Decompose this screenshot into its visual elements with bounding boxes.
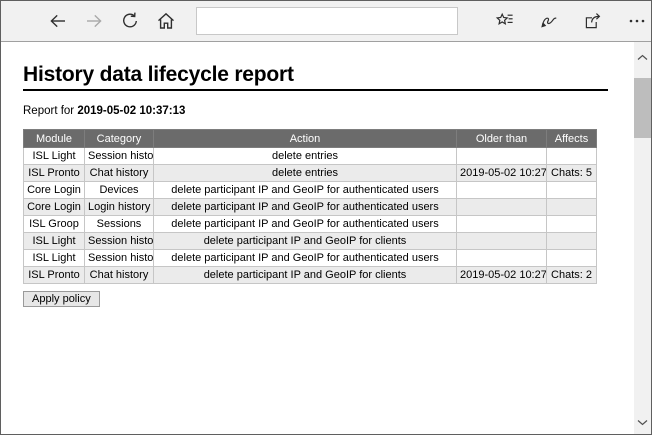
table-cell: Chats: 2 <box>547 267 597 284</box>
table-cell <box>457 233 547 250</box>
table-cell <box>457 216 547 233</box>
web-note-pen-icon <box>539 11 559 31</box>
share-icon <box>583 11 603 31</box>
column-header: Module <box>24 130 85 148</box>
table-cell: ISL Light <box>24 250 85 267</box>
table-cell: delete participant IP and GeoIP for auth… <box>154 216 457 233</box>
table-cell <box>457 148 547 165</box>
table-row: ISL LightSession historydelete participa… <box>24 250 597 267</box>
browser-toolbar <box>1 1 651 42</box>
table-cell: Sessions <box>85 216 154 233</box>
nav-button-group <box>48 11 176 31</box>
table-cell <box>547 233 597 250</box>
back-arrow-icon <box>48 11 68 31</box>
table-cell: 2019-05-02 10:27:13 <box>457 267 547 284</box>
table-cell: 2019-05-02 10:27:13 <box>457 165 547 182</box>
chevron-down-icon <box>637 414 648 429</box>
table-row: ISL GroopSessionsdelete participant IP a… <box>24 216 597 233</box>
forward-button[interactable] <box>84 11 104 31</box>
table-cell: delete participant IP and GeoIP for clie… <box>154 233 457 250</box>
more-options-icon <box>627 11 647 31</box>
table-cell: ISL Pronto <box>24 267 85 284</box>
table-row: ISL LightSession historydelete participa… <box>24 233 597 250</box>
column-header: Action <box>154 130 457 148</box>
address-bar[interactable] <box>196 7 458 35</box>
table-cell: Chat history <box>85 165 154 182</box>
table-cell: Core Login <box>24 199 85 216</box>
report-line: Report for 2019-05-02 10:37:13 <box>23 105 608 117</box>
table-cell: delete participant IP and GeoIP for auth… <box>154 250 457 267</box>
home-icon <box>156 11 176 31</box>
table-cell: delete participant IP and GeoIP for clie… <box>154 267 457 284</box>
table-cell <box>457 250 547 267</box>
scroll-down-button[interactable] <box>634 413 651 430</box>
refresh-icon <box>120 11 140 31</box>
table-header-row: ModuleCategoryActionOlder thanAffects <box>24 130 597 148</box>
scroll-up-button[interactable] <box>634 48 651 65</box>
favorites-hub-button[interactable] <box>495 11 515 31</box>
table-row: Core LoginDevicesdelete participant IP a… <box>24 182 597 199</box>
web-note-button[interactable] <box>539 11 559 31</box>
refresh-button[interactable] <box>120 11 140 31</box>
table-cell: ISL Pronto <box>24 165 85 182</box>
table-cell <box>547 182 597 199</box>
toolbar-right-group <box>495 11 647 31</box>
browser-window: History data lifecycle report Report for… <box>0 0 652 435</box>
table-cell <box>457 199 547 216</box>
table-cell: delete entries <box>154 165 457 182</box>
scrollbar-thumb[interactable] <box>634 78 651 138</box>
column-header: Affects <box>547 130 597 148</box>
table-row: ISL LightSession historydelete entries <box>24 148 597 165</box>
table-cell: Devices <box>85 182 154 199</box>
table-cell: Chat history <box>85 267 154 284</box>
page-body: History data lifecycle report Report for… <box>1 42 651 434</box>
report-timestamp: 2019-05-02 10:37:13 <box>77 105 185 117</box>
table-row: Core LoginLogin historydelete participan… <box>24 199 597 216</box>
vertical-scrollbar[interactable] <box>634 42 651 434</box>
share-button[interactable] <box>583 11 603 31</box>
forward-arrow-icon <box>84 11 104 31</box>
chevron-up-icon <box>637 49 648 64</box>
table-cell: ISL Groop <box>24 216 85 233</box>
report-label: Report for <box>23 105 74 117</box>
table-cell: Login history <box>85 199 154 216</box>
home-button[interactable] <box>156 11 176 31</box>
page-content: History data lifecycle report Report for… <box>1 42 608 307</box>
column-header: Older than <box>457 130 547 148</box>
table-cell <box>547 148 597 165</box>
table-cell: delete participant IP and GeoIP for auth… <box>154 182 457 199</box>
history-table: ModuleCategoryActionOlder thanAffects IS… <box>23 129 597 284</box>
more-options-button[interactable] <box>627 11 647 31</box>
table-cell: delete entries <box>154 148 457 165</box>
table-cell <box>547 250 597 267</box>
page-title: History data lifecycle report <box>23 63 608 91</box>
table-row: ISL ProntoChat historydelete entries2019… <box>24 165 597 182</box>
column-header: Category <box>85 130 154 148</box>
apply-policy-button[interactable]: Apply policy <box>23 291 100 307</box>
table-cell: Chats: 5 <box>547 165 597 182</box>
table-cell: Session history <box>85 250 154 267</box>
table-cell: ISL Light <box>24 233 85 250</box>
table-cell: delete participant IP and GeoIP for auth… <box>154 199 457 216</box>
back-button[interactable] <box>48 11 68 31</box>
table-cell <box>547 216 597 233</box>
table-cell: Core Login <box>24 182 85 199</box>
table-cell: ISL Light <box>24 148 85 165</box>
table-cell <box>457 182 547 199</box>
table-row: ISL ProntoChat historydelete participant… <box>24 267 597 284</box>
table-cell <box>547 199 597 216</box>
favorites-hub-icon <box>495 11 515 31</box>
table-cell: Session history <box>85 148 154 165</box>
table-cell: Session history <box>85 233 154 250</box>
